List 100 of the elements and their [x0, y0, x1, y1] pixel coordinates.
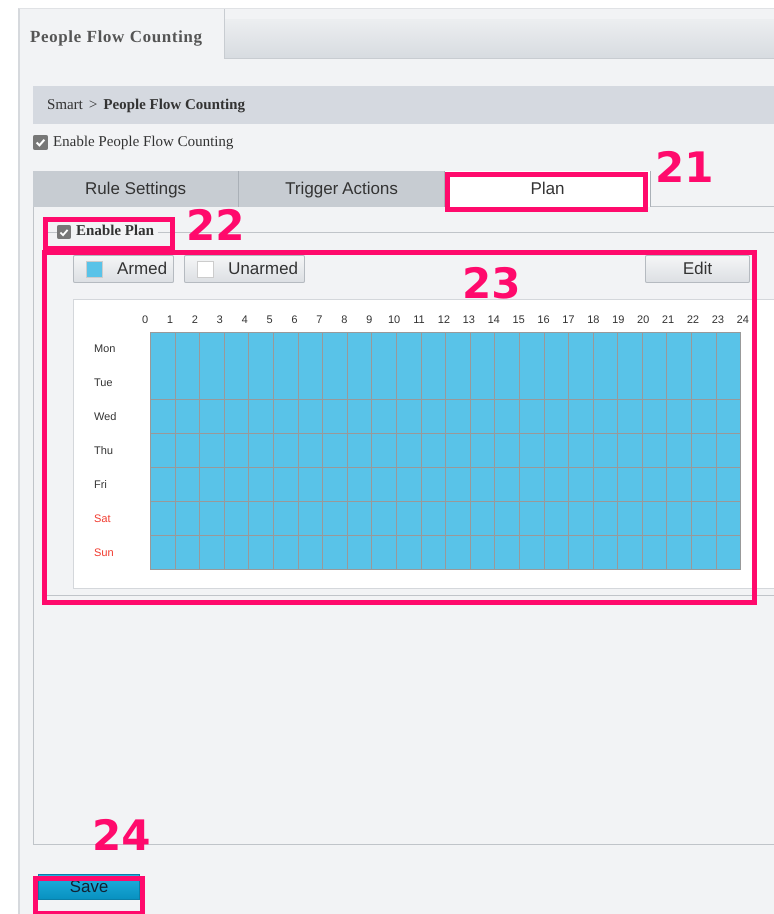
schedule-cell[interactable] — [323, 434, 348, 468]
schedule-cell[interactable] — [372, 366, 397, 400]
schedule-cell[interactable] — [372, 434, 397, 468]
schedule-cell[interactable] — [692, 502, 717, 536]
schedule-cell[interactable] — [348, 502, 372, 536]
schedule-cell[interactable] — [544, 536, 570, 570]
schedule-cell[interactable] — [200, 468, 225, 502]
schedule-cell[interactable] — [176, 502, 200, 536]
checkbox[interactable] — [57, 224, 71, 238]
schedule-cell[interactable] — [470, 366, 496, 400]
schedule-cell[interactable] — [372, 332, 397, 366]
schedule-cell[interactable] — [520, 366, 544, 400]
schedule-cell[interactable] — [642, 366, 668, 400]
schedule-cell[interactable] — [544, 502, 570, 536]
schedule-cell[interactable] — [667, 468, 692, 502]
schedule-cell[interactable] — [642, 502, 668, 536]
schedule-cell[interactable] — [569, 366, 594, 400]
schedule-cell[interactable] — [716, 366, 742, 400]
schedule-cell[interactable] — [298, 536, 324, 570]
schedule-cell[interactable] — [520, 400, 544, 434]
schedule-cell[interactable] — [176, 366, 200, 400]
schedule-cell[interactable] — [716, 434, 742, 468]
breadcrumb-parent[interactable]: Smart — [47, 96, 83, 114]
schedule-cell[interactable] — [422, 434, 446, 468]
schedule-cell[interactable] — [422, 332, 446, 366]
legend-button[interactable]: Armed — [73, 255, 174, 283]
schedule-cell[interactable] — [224, 332, 250, 366]
schedule-cell[interactable] — [495, 536, 520, 570]
schedule-cell[interactable] — [298, 468, 324, 502]
schedule-cell[interactable] — [594, 332, 618, 366]
schedule-cell[interactable] — [495, 502, 520, 536]
schedule-cell[interactable] — [274, 536, 299, 570]
schedule-cell[interactable] — [692, 400, 717, 434]
schedule-cell[interactable] — [618, 332, 643, 366]
schedule-cell[interactable] — [249, 366, 274, 400]
schedule-cell[interactable] — [396, 400, 422, 434]
schedule-cell[interactable] — [667, 366, 692, 400]
schedule-cell[interactable] — [249, 468, 274, 502]
tab[interactable]: Rule Settings — [33, 171, 239, 207]
schedule-cell[interactable] — [224, 400, 250, 434]
schedule-cell[interactable] — [298, 434, 324, 468]
schedule-cell[interactable] — [618, 366, 643, 400]
schedule-cell[interactable] — [200, 400, 225, 434]
schedule-cell[interactable] — [667, 400, 692, 434]
schedule-cell[interactable] — [396, 502, 422, 536]
schedule-cell[interactable] — [422, 502, 446, 536]
schedule-cell[interactable] — [224, 536, 250, 570]
schedule-cell[interactable] — [151, 400, 176, 434]
schedule-cell[interactable] — [716, 502, 742, 536]
schedule-cell[interactable] — [274, 468, 299, 502]
schedule-cell[interactable] — [544, 332, 570, 366]
schedule-cell[interactable] — [323, 400, 348, 434]
schedule-cell[interactable] — [716, 332, 742, 366]
schedule-cell[interactable] — [422, 400, 446, 434]
schedule-cell[interactable] — [396, 536, 422, 570]
schedule-cell[interactable] — [569, 468, 594, 502]
schedule-cell[interactable] — [249, 400, 274, 434]
schedule-cell[interactable] — [495, 400, 520, 434]
schedule-cell[interactable] — [692, 536, 717, 570]
schedule-cell[interactable] — [642, 468, 668, 502]
schedule-cell[interactable] — [176, 400, 200, 434]
schedule-cell[interactable] — [274, 332, 299, 366]
schedule-cell[interactable] — [569, 400, 594, 434]
schedule-cell[interactable] — [176, 468, 200, 502]
schedule-cell[interactable] — [422, 536, 446, 570]
schedule-cell[interactable] — [470, 400, 496, 434]
schedule-cell[interactable] — [495, 434, 520, 468]
schedule-cell[interactable] — [274, 434, 299, 468]
schedule-cell[interactable] — [667, 536, 692, 570]
schedule-cell[interactable] — [470, 434, 496, 468]
schedule-cell[interactable] — [642, 434, 668, 468]
schedule-cell[interactable] — [176, 332, 200, 366]
schedule-cell[interactable] — [298, 400, 324, 434]
schedule-cell[interactable] — [495, 468, 520, 502]
schedule-cell[interactable] — [692, 366, 717, 400]
schedule-cell[interactable] — [470, 536, 496, 570]
schedule-cell[interactable] — [151, 468, 176, 502]
schedule-cell[interactable] — [200, 502, 225, 536]
schedule-cell[interactable] — [298, 366, 324, 400]
schedule-cell[interactable] — [249, 502, 274, 536]
schedule-cell[interactable] — [716, 468, 742, 502]
schedule-cell[interactable] — [618, 434, 643, 468]
schedule-cell[interactable] — [249, 434, 274, 468]
schedule-cell[interactable] — [224, 502, 250, 536]
schedule-cell[interactable] — [594, 366, 618, 400]
schedule-cell[interactable] — [348, 366, 372, 400]
schedule-cell[interactable] — [544, 400, 570, 434]
schedule-cell[interactable] — [569, 502, 594, 536]
schedule-cell[interactable] — [544, 366, 570, 400]
schedule-cell[interactable] — [372, 502, 397, 536]
schedule-cell[interactable] — [495, 332, 520, 366]
schedule-cell[interactable] — [618, 536, 643, 570]
schedule-cell[interactable] — [224, 434, 250, 468]
schedule-cell[interactable] — [176, 536, 200, 570]
schedule-cell[interactable] — [249, 536, 274, 570]
schedule-cell[interactable] — [323, 468, 348, 502]
schedule-cell[interactable] — [594, 400, 618, 434]
schedule-cell[interactable] — [151, 366, 176, 400]
schedule-cell[interactable] — [151, 434, 176, 468]
schedule-cell[interactable] — [594, 536, 618, 570]
